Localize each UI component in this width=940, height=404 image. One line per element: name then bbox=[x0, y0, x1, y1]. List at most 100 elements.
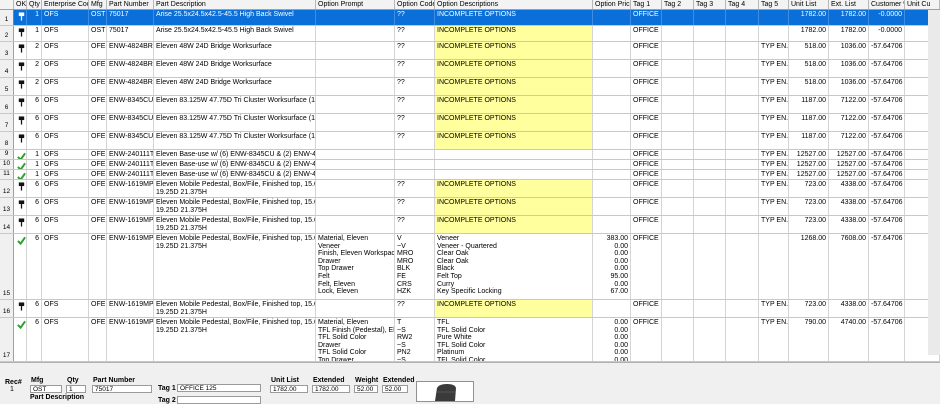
cell-option-codes[interactable] bbox=[395, 160, 435, 169]
cell-ok[interactable] bbox=[14, 78, 27, 95]
cell-tag3[interactable] bbox=[694, 10, 726, 25]
cell-option-prompt[interactable] bbox=[316, 150, 395, 159]
cell-mfg[interactable]: OFE bbox=[89, 132, 107, 149]
table-row[interactable]: 7 6 OFS OFE ENW-8345CU Eleven 83.125W 47.75D … bbox=[0, 114, 940, 132]
cell-ext-list[interactable]: 12527.00 bbox=[829, 150, 869, 159]
cell-option-codes[interactable]: ?? bbox=[395, 216, 435, 233]
cell-part-number[interactable]: ENW-4824BR bbox=[107, 42, 154, 59]
cell-ext-list[interactable]: 1782.00 bbox=[829, 10, 869, 25]
cell-option-codes[interactable] bbox=[395, 150, 435, 159]
cell-enterprise-code[interactable]: OFS bbox=[42, 42, 89, 59]
cell-part-description[interactable]: Eleven Mobile Pedestal, Box/File, Finish… bbox=[154, 300, 316, 317]
cell-option-codes[interactable]: ?? bbox=[395, 42, 435, 59]
cell-ok[interactable] bbox=[14, 114, 27, 131]
cell-mfg[interactable]: OFE bbox=[89, 78, 107, 95]
cell-row-number[interactable]: 6 bbox=[0, 96, 14, 113]
cell-tag5[interactable]: TYP EN... bbox=[759, 132, 789, 149]
cell-enterprise-code[interactable]: OFS bbox=[42, 170, 89, 179]
cell-tag4[interactable] bbox=[726, 150, 759, 159]
cell-ok[interactable] bbox=[14, 10, 27, 25]
cell-enterprise-code[interactable]: OFS bbox=[42, 216, 89, 233]
cell-tag3[interactable] bbox=[694, 132, 726, 149]
cell-tag2[interactable] bbox=[662, 160, 694, 169]
cell-tag5[interactable] bbox=[759, 26, 789, 41]
extended-weight-field[interactable]: 52.00 bbox=[382, 385, 408, 393]
cell-tag4[interactable] bbox=[726, 318, 759, 361]
cell-option-price[interactable] bbox=[593, 26, 631, 41]
cell-row-number[interactable]: 10 bbox=[0, 160, 14, 169]
cell-customer-pct[interactable]: -57.64706 bbox=[869, 132, 905, 149]
cell-tag1[interactable]: OFFICE 1... bbox=[631, 78, 662, 95]
cell-enterprise-code[interactable]: OFS bbox=[42, 180, 89, 197]
column-header-option-codes[interactable]: Option Codes bbox=[395, 0, 435, 9]
cell-ext-list[interactable]: 7122.00 bbox=[829, 114, 869, 131]
cell-ok[interactable] bbox=[14, 60, 27, 77]
cell-part-number[interactable]: ENW-1619MP bbox=[107, 216, 154, 233]
cell-unit-list[interactable]: 1268.00 bbox=[789, 234, 829, 299]
cell-part-description[interactable]: Eleven Base-use w/ (6) ENW-8345CU & (2) … bbox=[154, 170, 316, 179]
table-row[interactable]: 1 1 OFS OST 75017 Arise 25.5x24.5x42.5-45.5 H… bbox=[0, 10, 940, 26]
cell-customer-pct[interactable]: -57.64706 bbox=[869, 150, 905, 159]
cell-option-descriptions[interactable]: INCOMPLETE OPTIONS bbox=[435, 42, 593, 59]
cell-ok[interactable] bbox=[14, 96, 27, 113]
cell-option-prompt[interactable] bbox=[316, 42, 395, 59]
table-row[interactable]: 17 6 OFS OFE ENW-1619MP Eleven Mobile Pedesta… bbox=[0, 318, 940, 362]
cell-option-price[interactable] bbox=[593, 300, 631, 317]
cell-tag4[interactable] bbox=[726, 132, 759, 149]
cell-unit-list[interactable]: 12527.00 bbox=[789, 160, 829, 169]
cell-option-codes[interactable]: ?? bbox=[395, 10, 435, 25]
cell-unit-list[interactable]: 723.00 bbox=[789, 198, 829, 215]
qty-field[interactable]: 1 bbox=[66, 385, 86, 393]
cell-unit-list[interactable]: 1187.00 bbox=[789, 132, 829, 149]
cell-ok[interactable] bbox=[14, 132, 27, 149]
cell-qty[interactable]: 6 bbox=[27, 300, 42, 317]
cell-mfg[interactable]: OFE bbox=[89, 180, 107, 197]
cell-part-number[interactable]: ENW-240111T... bbox=[107, 160, 154, 169]
cell-customer-pct[interactable]: -57.64706 bbox=[869, 96, 905, 113]
cell-qty[interactable]: 6 bbox=[27, 318, 42, 361]
cell-tag5[interactable]: TYP EN... bbox=[759, 300, 789, 317]
cell-option-descriptions[interactable]: INCOMPLETE OPTIONS bbox=[435, 60, 593, 77]
table-row[interactable]: 10 1OFSOFEENW-240111T...Eleven Base-use w… bbox=[0, 160, 940, 170]
cell-option-codes[interactable]: ?? bbox=[395, 60, 435, 77]
weight-field[interactable]: 52.00 bbox=[354, 385, 378, 393]
cell-mfg[interactable]: OFE bbox=[89, 60, 107, 77]
cell-enterprise-code[interactable]: OFS bbox=[42, 96, 89, 113]
cell-tag4[interactable] bbox=[726, 198, 759, 215]
cell-unit-list[interactable]: 518.00 bbox=[789, 60, 829, 77]
cell-tag3[interactable] bbox=[694, 78, 726, 95]
cell-tag3[interactable] bbox=[694, 60, 726, 77]
cell-qty[interactable]: 6 bbox=[27, 96, 42, 113]
cell-ok[interactable] bbox=[14, 160, 27, 169]
cell-tag4[interactable] bbox=[726, 114, 759, 131]
cell-tag1[interactable]: OFFICE 1... bbox=[631, 96, 662, 113]
cell-ext-list[interactable]: 4338.00 bbox=[829, 216, 869, 233]
cell-unit-list[interactable]: 518.00 bbox=[789, 42, 829, 59]
cell-qty[interactable]: 1 bbox=[27, 10, 42, 25]
cell-tag2[interactable] bbox=[662, 10, 694, 25]
cell-option-descriptions[interactable]: TFL TFL Solid Color Pure White TFL Solid… bbox=[435, 318, 593, 361]
column-header-ext-list[interactable]: Ext. List bbox=[829, 0, 869, 9]
cell-option-codes[interactable]: ?? bbox=[395, 26, 435, 41]
cell-customer-pct[interactable]: -57.64706 bbox=[869, 216, 905, 233]
cell-tag3[interactable] bbox=[694, 42, 726, 59]
cell-part-number[interactable]: ENW-8345CU bbox=[107, 114, 154, 131]
cell-tag2[interactable] bbox=[662, 318, 694, 361]
cell-option-descriptions[interactable] bbox=[435, 160, 593, 169]
cell-ext-list[interactable]: 1036.00 bbox=[829, 42, 869, 59]
cell-tag3[interactable] bbox=[694, 26, 726, 41]
cell-tag4[interactable] bbox=[726, 78, 759, 95]
cell-unit-list[interactable]: 723.00 bbox=[789, 180, 829, 197]
cell-option-prompt[interactable] bbox=[316, 160, 395, 169]
cell-tag1[interactable]: OFFICE 1... bbox=[631, 10, 662, 25]
cell-tag5[interactable]: TYP EN... bbox=[759, 160, 789, 169]
cell-customer-pct[interactable]: -57.64706 bbox=[869, 114, 905, 131]
cell-tag5[interactable]: TYP EN... bbox=[759, 216, 789, 233]
cell-part-number[interactable]: ENW-1619MP bbox=[107, 318, 154, 361]
cell-row-number[interactable]: 5 bbox=[0, 78, 14, 95]
cell-qty[interactable]: 1 bbox=[27, 26, 42, 41]
cell-row-number[interactable]: 4 bbox=[0, 60, 14, 77]
cell-qty[interactable]: 6 bbox=[27, 234, 42, 299]
cell-row-number[interactable]: 15 bbox=[0, 234, 14, 299]
tag1-field[interactable]: OFFICE 125 bbox=[177, 384, 261, 392]
